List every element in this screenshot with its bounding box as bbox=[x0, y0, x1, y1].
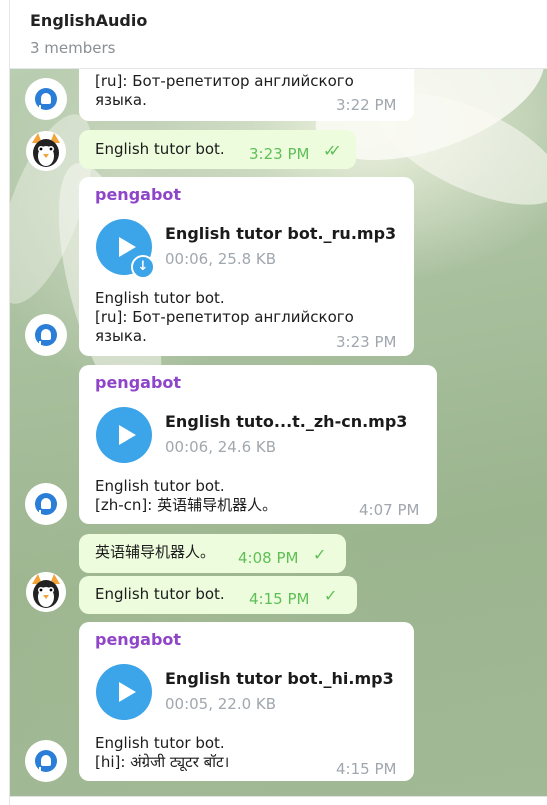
message-text: English tutor bot. bbox=[95, 585, 225, 603]
message-text: [ru]: Бот-репетитор английского bbox=[95, 308, 354, 326]
check-icon: ✓ bbox=[324, 586, 338, 605]
audio-file-name: English tuto...t._zh-cn.mp3 bbox=[165, 412, 408, 431]
message-text: English tutor bot. bbox=[95, 140, 225, 158]
message-text: языка. bbox=[95, 327, 147, 345]
incoming-message[interactable]: [ru]: Бот-репетитор английского языка. 3… bbox=[79, 69, 414, 121]
incoming-audio-message[interactable]: pengabot English tutor bot._hi.mp3 00:05… bbox=[79, 622, 414, 781]
bot-avatar[interactable] bbox=[25, 78, 67, 120]
message-text: English tutor bot. bbox=[95, 289, 225, 307]
play-button[interactable] bbox=[96, 664, 152, 720]
audio-file-name: English tutor bot._hi.mp3 bbox=[165, 669, 394, 688]
user-avatar[interactable] bbox=[26, 131, 66, 171]
message-text: [ru]: Бот-репетитор английского bbox=[95, 72, 354, 90]
chat-area[interactable]: [ru]: Бот-репетитор английского языка. 3… bbox=[10, 69, 547, 796]
download-icon[interactable]: ↓ bbox=[131, 255, 155, 279]
chat-header[interactable]: EnglishAudio 3 members bbox=[10, 0, 547, 69]
message-text: [zh-cn]: 英语辅导机器人。 bbox=[95, 496, 278, 514]
outgoing-message[interactable]: 英语辅导机器人。 4:08 PM ✓ bbox=[79, 534, 346, 573]
message-text: языка. bbox=[95, 91, 147, 109]
outgoing-message[interactable]: English tutor bot. 4:15 PM ✓ bbox=[79, 576, 357, 614]
bot-icon bbox=[35, 88, 57, 110]
check-icon: ✓ bbox=[313, 545, 327, 564]
audio-file-name: English tutor bot._ru.mp3 bbox=[165, 224, 397, 243]
left-panel-edge bbox=[0, 0, 10, 805]
member-count: 3 members bbox=[30, 39, 116, 57]
sender-name[interactable]: pengabot bbox=[95, 185, 181, 204]
user-avatar[interactable] bbox=[26, 572, 66, 612]
incoming-audio-message[interactable]: pengabot ↓ English tutor bot._ru.mp3 00:… bbox=[79, 177, 414, 356]
bot-icon bbox=[35, 324, 57, 346]
message-text: 英语辅导机器人。 bbox=[95, 543, 216, 561]
bot-avatar[interactable] bbox=[25, 740, 67, 782]
sender-name[interactable]: pengabot bbox=[95, 373, 181, 392]
penguin-avatar-icon bbox=[26, 572, 66, 612]
outgoing-message[interactable]: English tutor bot. 3:23 PM ✓✓ bbox=[79, 130, 356, 169]
bot-icon bbox=[35, 493, 57, 515]
message-text: English tutor bot. bbox=[95, 734, 225, 752]
message-time: 3:23 PM bbox=[336, 333, 397, 351]
message-time: 4:07 PM bbox=[359, 501, 420, 519]
sender-name[interactable]: pengabot bbox=[95, 630, 181, 649]
message-time: 4:15 PM bbox=[336, 760, 397, 778]
audio-file-meta: 00:06, 25.8 KB bbox=[165, 250, 277, 268]
composer-edge bbox=[10, 796, 547, 805]
bot-icon bbox=[35, 750, 57, 772]
bot-avatar[interactable] bbox=[25, 314, 67, 356]
message-time: 3:23 PM bbox=[249, 145, 310, 163]
audio-file-meta: 00:06, 24.6 KB bbox=[165, 438, 277, 456]
message-time: 4:15 PM bbox=[249, 590, 310, 608]
penguin-avatar-icon bbox=[26, 131, 66, 171]
chat-title: EnglishAudio bbox=[30, 11, 148, 30]
message-text: English tutor bot. bbox=[95, 477, 225, 495]
play-button[interactable] bbox=[96, 407, 152, 463]
message-text: [hi]: अंग्रेजी ट्यूटर बॉट। bbox=[95, 753, 230, 771]
audio-file-meta: 00:05, 22.0 KB bbox=[165, 695, 277, 713]
incoming-audio-message[interactable]: pengabot English tuto...t._zh-cn.mp3 00:… bbox=[79, 365, 437, 524]
message-time: 3:22 PM bbox=[336, 96, 397, 114]
message-time: 4:08 PM bbox=[238, 549, 299, 567]
double-check-icon: ✓✓ bbox=[323, 141, 342, 160]
bot-avatar[interactable] bbox=[25, 483, 67, 525]
